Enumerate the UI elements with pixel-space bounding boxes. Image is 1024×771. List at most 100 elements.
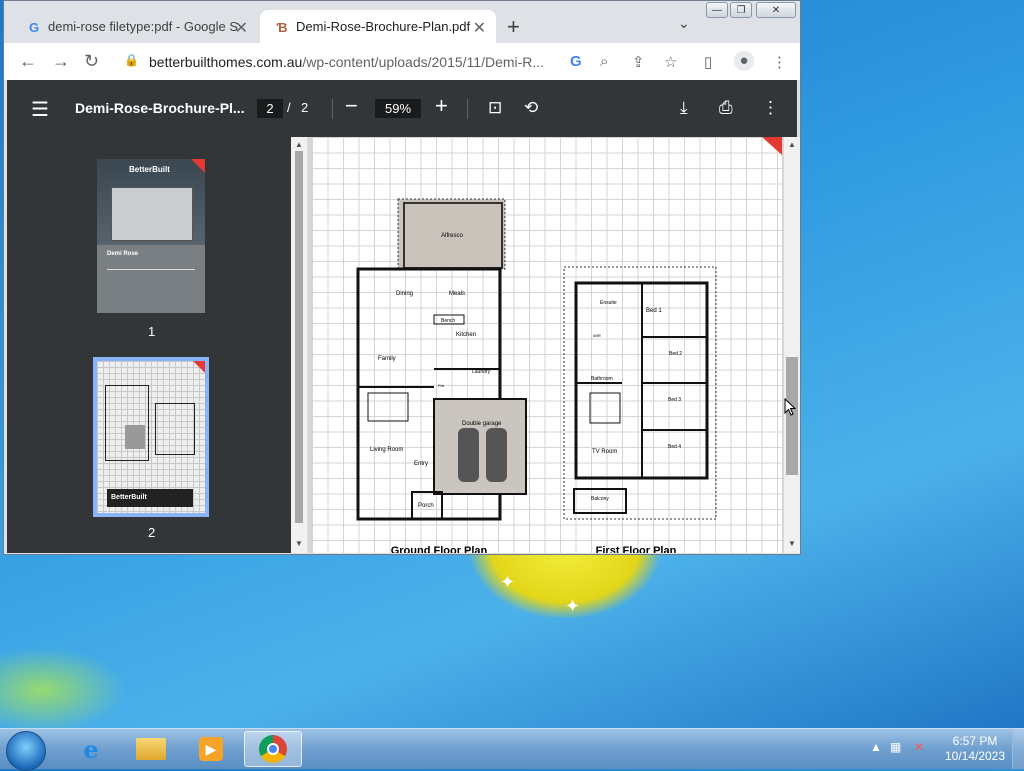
- url-domain: betterbuilthomes.com.au: [149, 54, 303, 70]
- stairs: [589, 392, 621, 424]
- label-wir: WIR: [593, 333, 601, 338]
- mini-first-floor: [155, 403, 195, 455]
- google-lens-icon[interactable]: G: [570, 53, 582, 70]
- download-icon[interactable]: ⤓: [680, 98, 688, 118]
- scroll-down-arrow-icon[interactable]: ▼: [788, 539, 796, 548]
- page-thumbnail-2-selected[interactable]: BetterBuilt: [93, 357, 209, 517]
- corner-ribbon: [762, 137, 782, 155]
- wallpaper-flower-icon: ✦: [565, 596, 581, 616]
- toolbar-divider: [467, 99, 468, 119]
- scroll-up-arrow-icon[interactable]: ▲: [295, 140, 303, 149]
- close-tab-icon[interactable]: ✕: [235, 18, 248, 38]
- label-alfresco: Alfresco: [441, 233, 463, 239]
- car-1: [458, 428, 479, 482]
- chrome-taskbar-icon[interactable]: [244, 731, 302, 767]
- wallpaper-decoration: [0, 640, 140, 740]
- pdf-favicon-icon: Ɓ: [276, 19, 288, 35]
- corner-ribbon: [193, 361, 205, 373]
- zoom-in-button[interactable]: +: [435, 93, 448, 119]
- document-scrollbar[interactable]: ▲ ▼: [784, 137, 800, 553]
- file-explorer-icon[interactable]: [122, 731, 180, 767]
- side-panel-icon[interactable]: ▯: [704, 53, 712, 71]
- label-bed-2: Bed 2: [669, 351, 682, 357]
- browser-toolbar: ← → ↻ 🔒 betterbuilthomes.com.au/wp-conte…: [4, 43, 800, 80]
- share-icon[interactable]: ⇪: [632, 53, 645, 71]
- bookmark-star-icon[interactable]: ☆: [664, 53, 677, 71]
- scrollbar-thumb[interactable]: [786, 357, 798, 475]
- browser-menu-icon[interactable]: ⋮: [772, 53, 787, 71]
- folder-icon: [136, 738, 166, 760]
- forward-arrow-icon[interactable]: →: [52, 51, 70, 72]
- scroll-down-arrow-icon[interactable]: ▼: [295, 539, 303, 548]
- corner-ribbon: [191, 159, 205, 173]
- label-bathroom: Bathroom: [591, 376, 613, 382]
- pdf-toolbar: ☰ Demi-Rose-Brochure-Pl... 2 / 2 − 59% +…: [7, 80, 797, 137]
- zoom-level-input[interactable]: 59%: [375, 99, 421, 118]
- network-icon[interactable]: ▦: [890, 740, 901, 754]
- label-bed-3: Bed 3: [668, 397, 681, 403]
- page-number-input[interactable]: 2: [257, 99, 283, 118]
- new-tab-button[interactable]: +: [507, 14, 520, 40]
- more-actions-icon[interactable]: ⋮: [762, 98, 779, 118]
- back-arrow-icon[interactable]: ←: [19, 51, 37, 72]
- lock-icon[interactable]: 🔒: [124, 53, 139, 67]
- minimize-button[interactable]: —: [706, 2, 728, 18]
- profile-avatar[interactable]: ●: [734, 51, 754, 71]
- url-text[interactable]: betterbuilthomes.com.au/wp-content/uploa…: [149, 54, 559, 70]
- internet-explorer-icon[interactable]: e: [62, 731, 120, 767]
- print-icon[interactable]: ⎙: [719, 98, 733, 118]
- tab-pdf[interactable]: Ɓ Demi-Rose-Brochure-Plan.pdf ✕: [260, 10, 496, 43]
- label-entry: Entry: [414, 461, 428, 467]
- sidebar-scrollbar[interactable]: ▲ ▼: [291, 137, 307, 553]
- mini-ground-floor: [105, 385, 149, 461]
- chrome-icon: [259, 735, 287, 763]
- thumbnail-info-panel: Demi Rose: [97, 245, 205, 313]
- maximize-button[interactable]: ❐: [730, 2, 752, 18]
- mini-garage: [125, 425, 145, 449]
- label-pdr: Pdr: [438, 383, 445, 388]
- close-window-button[interactable]: ✕: [756, 2, 796, 18]
- label-bench: Bench: [441, 318, 455, 324]
- label-kitchen: Kitchen: [456, 332, 476, 338]
- zoom-icon[interactable]: ⌕: [600, 53, 608, 70]
- show-desktop-button[interactable]: [1012, 729, 1024, 769]
- scrollbar-thumb[interactable]: [295, 151, 303, 523]
- system-clock[interactable]: 6:57 PM 10/14/2023: [940, 734, 1010, 764]
- page-separator: /: [287, 100, 291, 115]
- tab-search-chevron-icon[interactable]: ⌄: [678, 15, 690, 32]
- zoom-out-button[interactable]: −: [345, 93, 358, 119]
- rotate-icon[interactable]: ⟲: [524, 98, 538, 118]
- first-floor-title: First Floor Plan: [596, 545, 677, 553]
- play-icon: ▶: [199, 737, 223, 761]
- thumbnail-brand: BetterBuilt: [129, 165, 170, 174]
- fit-to-page-icon[interactable]: ⊡: [488, 98, 502, 118]
- clock-date: 10/14/2023: [944, 749, 1006, 763]
- reload-icon[interactable]: ↻: [84, 51, 99, 72]
- hamburger-menu-icon[interactable]: ☰: [31, 97, 49, 122]
- clock-time: 6:57 PM: [952, 734, 998, 748]
- floor-plan-drawing: Alfresco Dining Meals Bench Kitchen Fami…: [356, 137, 782, 553]
- close-tab-icon[interactable]: ✕: [473, 18, 486, 38]
- scroll-up-arrow-icon[interactable]: ▲: [788, 140, 796, 149]
- label-balcony: Balcony: [591, 496, 609, 502]
- ground-floor-title: Ground Floor Plan: [391, 545, 488, 553]
- label-porch: Porch: [418, 503, 434, 509]
- taskbar: e ▶ ▲ ▦ ✕ 6:57 PM 10/14/2023: [0, 728, 1024, 771]
- label-living-room: Living Room: [370, 447, 403, 453]
- wallpaper-flower-icon: ✦: [500, 572, 516, 592]
- tab-label: demi-rose filetype:pdf - Google S: [48, 19, 239, 34]
- total-pages: 2: [301, 100, 309, 115]
- tab-google-search[interactable]: G demi-rose filetype:pdf - Google S ✕: [12, 10, 258, 43]
- thumbnail-sidebar: BetterBuilt Demi Rose 1 BetterBuilt 2: [7, 137, 292, 553]
- url-path: /wp-content/uploads/2015/11/Demi-R...: [302, 54, 545, 70]
- page-thumbnail-2: BetterBuilt: [97, 361, 205, 513]
- show-hidden-icons-icon[interactable]: ▲: [870, 740, 882, 754]
- pdf-canvas: Alfresco Dining Meals Bench Kitchen Fami…: [308, 137, 784, 553]
- address-bar[interactable]: 🔒 betterbuilthomes.com.au/wp-content/upl…: [114, 48, 564, 75]
- thumbnail-name: Demi Rose: [107, 251, 139, 257]
- media-player-icon[interactable]: ▶: [182, 731, 240, 767]
- start-button[interactable]: [6, 731, 46, 771]
- volume-muted-icon[interactable]: ✕: [914, 740, 924, 754]
- stairs: [367, 392, 409, 422]
- page-thumbnail-1[interactable]: BetterBuilt Demi Rose: [97, 159, 205, 313]
